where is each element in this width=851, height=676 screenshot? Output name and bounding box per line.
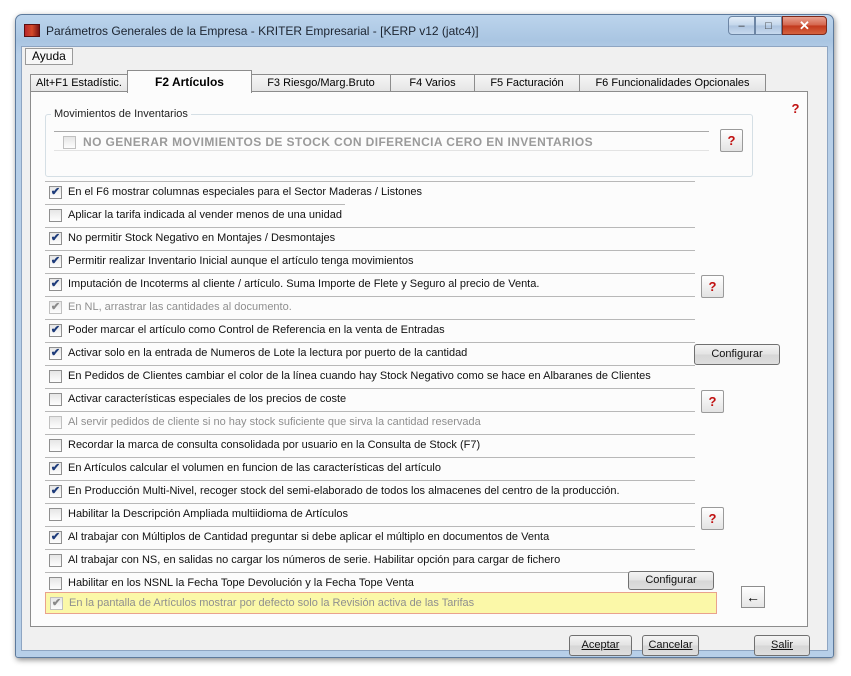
- option-label: Recordar la marca de consulta consolidad…: [68, 439, 481, 451]
- aceptar-button[interactable]: Aceptar: [569, 635, 632, 656]
- option-checkbox[interactable]: [49, 209, 62, 222]
- cancelar-button[interactable]: Cancelar: [642, 635, 699, 656]
- salir-label: Salir: [770, 639, 793, 651]
- option-checkbox[interactable]: [49, 416, 62, 429]
- option-label: En Artículos calcular el volumen en func…: [68, 462, 441, 474]
- option-checkbox[interactable]: [49, 508, 62, 521]
- option-row[interactable]: Al trabajar con Múltiplos de Cantidad pr…: [45, 526, 695, 548]
- client-area: Ayuda Alt+F1 Estadístic. F2 Artículos F3…: [21, 46, 828, 656]
- tab-estadistic[interactable]: Alt+F1 Estadístic.: [30, 74, 128, 92]
- aceptar-label: Aceptar: [581, 639, 620, 651]
- option-row[interactable]: Al trabajar con NS, en salidas no cargar…: [45, 549, 695, 571]
- option-checkbox[interactable]: [49, 393, 62, 406]
- option-checkbox[interactable]: [49, 370, 62, 383]
- title-bar[interactable]: Parámetros Generales de la Empresa - KRI…: [16, 15, 833, 47]
- option-checkbox[interactable]: [49, 462, 62, 475]
- option-row[interactable]: Activar características especiales de lo…: [45, 388, 695, 410]
- menu-ayuda[interactable]: Ayuda: [25, 48, 73, 65]
- configurar-nsnl-button[interactable]: Configurar: [628, 571, 714, 590]
- option-label: Al servir pedidos de cliente si no hay s…: [68, 416, 481, 428]
- option-row[interactable]: Permitir realizar Inventario Inicial aun…: [45, 250, 695, 272]
- checkbox[interactable]: [63, 136, 76, 149]
- option-label: En Pedidos de Clientes cambiar el color …: [68, 370, 651, 382]
- option-row[interactable]: Recordar la marca de consulta consolidad…: [45, 434, 695, 456]
- option-row[interactable]: En Pedidos de Clientes cambiar el color …: [45, 365, 695, 387]
- menu-bar: Ayuda: [22, 47, 827, 66]
- option-row[interactable]: Al servir pedidos de cliente si no hay s…: [45, 411, 695, 433]
- option-row[interactable]: En Artículos calcular el volumen en func…: [45, 457, 695, 479]
- back-arrow-icon[interactable]: ←: [741, 586, 765, 608]
- close-button[interactable]: ✕: [782, 16, 827, 35]
- option-label: Habilitar en los NSNL la Fecha Tope Devo…: [68, 577, 414, 589]
- help-icon[interactable]: ?: [720, 129, 743, 152]
- checkbox-label: NO GENERAR MOVIMIENTOS DE STOCK CON DIFE…: [83, 135, 593, 149]
- option-checkbox[interactable]: [49, 577, 62, 590]
- kriter-app-icon: [24, 24, 40, 37]
- option-row[interactable]: Habilitar la Descripción Ampliada multii…: [45, 503, 695, 525]
- option-label: En el F6 mostrar columnas especiales par…: [68, 186, 422, 198]
- salir-button[interactable]: Salir: [754, 635, 810, 656]
- option-label: Al trabajar con NS, en salidas no cargar…: [68, 554, 561, 566]
- option-checkbox[interactable]: [49, 232, 62, 245]
- maximize-button[interactable]: □: [755, 16, 782, 35]
- option-row[interactable]: En NL, arrastrar las cantidades al docum…: [45, 296, 695, 318]
- option-row[interactable]: Activar solo en la entrada de Numeros de…: [45, 342, 695, 364]
- option-label: Permitir realizar Inventario Inicial aun…: [68, 255, 414, 267]
- option-label: Activar características especiales de lo…: [68, 393, 347, 405]
- option-label: Imputación de Incoterms al cliente / art…: [68, 278, 540, 290]
- option-label: Al trabajar con Múltiplos de Cantidad pr…: [68, 531, 550, 543]
- option-label: No permitir Stock Negativo en Montajes /…: [68, 232, 336, 244]
- caption-buttons: – □ ✕: [728, 16, 827, 35]
- option-checkbox[interactable]: [49, 301, 62, 314]
- option-checkbox[interactable]: [49, 278, 62, 291]
- option-checkbox[interactable]: [49, 186, 62, 199]
- option-row[interactable]: En el F6 mostrar columnas especiales par…: [45, 181, 695, 203]
- option-checkbox[interactable]: [49, 324, 62, 337]
- option-label: En NL, arrastrar las cantidades al docum…: [68, 301, 292, 313]
- option-checkbox[interactable]: [49, 485, 62, 498]
- option-row[interactable]: Aplicar la tarifa indicada al vender men…: [45, 204, 345, 226]
- groupbox-movimientos-inventarios: Movimientos de Inventarios NO GENERAR MO…: [45, 108, 753, 177]
- option-checkbox[interactable]: [49, 531, 62, 544]
- option-row[interactable]: Imputación de Incoterms al cliente / art…: [45, 273, 695, 295]
- option-label: Habilitar la Descripción Ampliada multii…: [68, 508, 349, 520]
- panel-help-icon[interactable]: ?: [784, 97, 807, 120]
- tab-facturacion[interactable]: F5 Facturación: [474, 74, 580, 92]
- option-checkbox[interactable]: [49, 554, 62, 567]
- checkbox-row-no-generar-movimientos[interactable]: NO GENERAR MOVIMIENTOS DE STOCK CON DIFE…: [54, 131, 709, 151]
- option-label: Activar solo en la entrada de Numeros de…: [68, 347, 468, 359]
- option-row[interactable]: En la pantalla de Artículos mostrar por …: [45, 592, 717, 614]
- tab-riesgo-marg-bruto[interactable]: F3 Riesgo/Marg.Bruto: [251, 74, 391, 92]
- minimize-button[interactable]: –: [728, 16, 755, 35]
- option-row[interactable]: No permitir Stock Negativo en Montajes /…: [45, 227, 695, 249]
- option-label: En la pantalla de Artículos mostrar por …: [69, 597, 475, 609]
- tab-panel-articulos: ? Movimientos de Inventarios NO GENERAR …: [30, 91, 808, 627]
- main-window: Parámetros Generales de la Empresa - KRI…: [15, 14, 834, 658]
- tab-varios[interactable]: F4 Varios: [390, 74, 475, 92]
- help-icon-precios-coste[interactable]: ?: [701, 390, 724, 413]
- option-checkbox[interactable]: [50, 597, 63, 610]
- help-icon-incoterms[interactable]: ?: [701, 275, 724, 298]
- cancelar-label: Cancelar: [648, 639, 693, 651]
- option-row[interactable]: Poder marcar el artículo como Control de…: [45, 319, 695, 341]
- help-icon-descripcion-ampliada[interactable]: ?: [701, 507, 724, 530]
- configurar-lote-button[interactable]: Configurar: [694, 344, 780, 365]
- option-row[interactable]: En Producción Multi-Nivel, recoger stock…: [45, 480, 695, 502]
- tab-articulos[interactable]: F2 Artículos: [127, 70, 252, 93]
- groupbox-title: Movimientos de Inventarios: [51, 108, 191, 120]
- option-checkbox[interactable]: [49, 439, 62, 452]
- option-checkbox[interactable]: [49, 255, 62, 268]
- option-checkbox[interactable]: [49, 347, 62, 360]
- option-row[interactable]: Habilitar en los NSNL la Fecha Tope Devo…: [45, 572, 635, 594]
- option-label: Aplicar la tarifa indicada al vender men…: [68, 209, 342, 221]
- tab-funcionalidades-opcionales[interactable]: F6 Funcionalidades Opcionales: [579, 74, 766, 92]
- option-label: En Producción Multi-Nivel, recoger stock…: [68, 485, 620, 497]
- window-title: Parámetros Generales de la Empresa - KRI…: [46, 24, 479, 38]
- option-label: Poder marcar el artículo como Control de…: [68, 324, 445, 336]
